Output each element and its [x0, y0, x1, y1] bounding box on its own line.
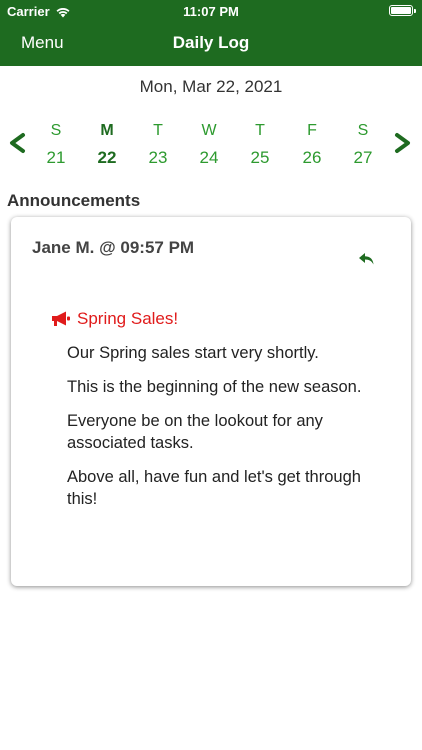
day-of-week-label: T	[153, 122, 163, 139]
status-bar: Carrier 11:07 PM	[0, 0, 422, 22]
announcement-headline-text: Spring Sales!	[77, 309, 179, 328]
announcements-heading: Announcements	[7, 191, 141, 210]
day-monday-selected[interactable]: M 22	[87, 120, 127, 170]
megaphone-icon	[52, 311, 70, 326]
day-wednesday[interactable]: W 24	[189, 120, 229, 170]
status-time: 11:07 PM	[183, 4, 239, 19]
day-sunday[interactable]: S 21	[36, 120, 76, 170]
announcement-paragraph: Everyone be on the lookout for any assoc…	[67, 412, 323, 452]
day-number: 26	[302, 148, 322, 167]
menu-button[interactable]: Menu	[21, 33, 64, 53]
battery-icon	[389, 5, 416, 16]
day-number: 27	[353, 148, 373, 167]
announcement-paragraph: Above all, have fun and let's get throug…	[67, 468, 361, 508]
day-of-week-label: F	[307, 122, 317, 139]
reply-button[interactable]	[356, 248, 378, 270]
week-strip: S 21 M 22 T 23 W 24 T 25 F 26 S 27	[0, 118, 422, 170]
day-number: 25	[250, 148, 270, 167]
previous-week-button[interactable]	[6, 128, 30, 158]
day-of-week-label: M	[100, 122, 114, 139]
announcement-paragraph: This is the beginning of the new season.	[67, 378, 362, 396]
day-of-week-label: W	[201, 122, 217, 139]
next-week-button[interactable]	[390, 128, 414, 158]
announcement-paragraph: Our Spring sales start very shortly.	[67, 344, 319, 362]
chevron-right-icon	[395, 133, 410, 153]
chevron-left-icon	[10, 133, 25, 153]
announcement-body: Our Spring sales start very shortly. Thi…	[67, 342, 367, 522]
current-date: Mon, Mar 22, 2021	[139, 77, 283, 96]
day-friday[interactable]: F 26	[292, 120, 332, 170]
day-number: 24	[199, 148, 219, 167]
day-number: 22	[97, 148, 117, 167]
day-of-week-label: T	[255, 122, 265, 139]
nav-bar: Menu Daily Log	[0, 22, 422, 66]
announcement-author-time: Jane M. @ 09:57 PM	[32, 238, 195, 257]
announcement-headline: Spring Sales!	[51, 309, 178, 329]
day-number: 21	[46, 148, 66, 167]
day-tuesday[interactable]: T 23	[138, 120, 178, 170]
day-of-week-label: S	[50, 122, 62, 139]
day-thursday[interactable]: T 25	[240, 120, 280, 170]
day-of-week-label: S	[357, 122, 369, 139]
reply-icon	[359, 253, 374, 265]
announcement-card: Jane M. @ 09:57 PM Spring Sales! Our Spr…	[11, 217, 411, 586]
day-saturday[interactable]: S 27	[343, 120, 383, 170]
day-number: 23	[148, 148, 168, 167]
